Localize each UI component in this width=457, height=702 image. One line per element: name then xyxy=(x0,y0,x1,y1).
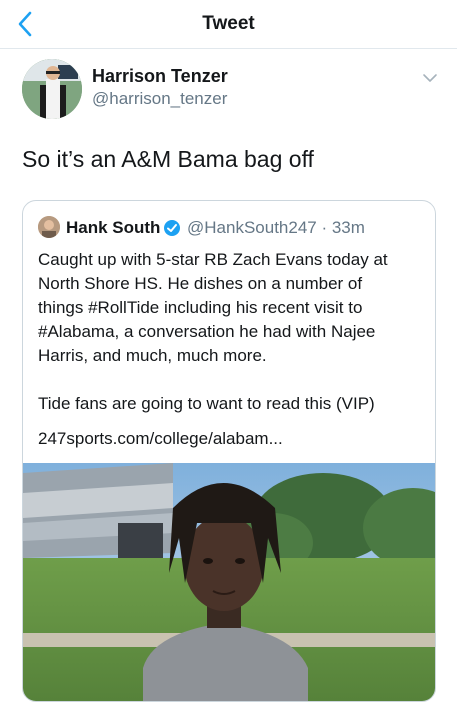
chevron-down-icon[interactable] xyxy=(422,72,438,84)
quoted-tweet-card[interactable]: Hank South @HankSouth247 · 33m Caught up… xyxy=(22,200,436,702)
quoted-time: 33m xyxy=(331,218,365,237)
quoted-tweet-photo[interactable] xyxy=(23,463,435,701)
author-avatar[interactable] xyxy=(22,59,82,119)
quoted-tweet-link[interactable]: 247sports.com/college/alabam... xyxy=(38,429,283,449)
tweet-text: So it’s an A&M Bama bag off xyxy=(22,146,314,172)
author-name[interactable]: Harrison Tenzer xyxy=(92,66,228,87)
quoted-text-line: North Shore HS. He dishes on a number of xyxy=(38,274,363,293)
quoted-author-avatar xyxy=(38,216,60,238)
quoted-author-name: Hank South xyxy=(66,218,161,237)
quoted-tweet-text: Caught up with 5-star RB Zach Evans toda… xyxy=(38,248,428,416)
author-handle[interactable]: @harrison_tenzer xyxy=(92,89,227,109)
quoted-text-line: Caught up with 5-star RB Zach Evans toda… xyxy=(38,250,388,269)
quoted-text-line: Harris, and much, much more. xyxy=(38,346,267,365)
nav-title: Tweet xyxy=(202,13,255,34)
quoted-author-handle-and-time: @HankSouth247 · 33m xyxy=(187,218,365,238)
nav-bar: Tweet xyxy=(0,0,457,49)
verified-badge-icon xyxy=(164,220,180,236)
quoted-text-line: #Alabama, a conversation he had with Naj… xyxy=(38,322,376,341)
quoted-text-line: things #RollTide including his recent vi… xyxy=(38,298,363,317)
quoted-author-handle: @HankSouth247 xyxy=(187,218,317,237)
quoted-text-line: Tide fans are going to want to read this… xyxy=(38,394,375,413)
time-separator: · xyxy=(316,218,332,237)
